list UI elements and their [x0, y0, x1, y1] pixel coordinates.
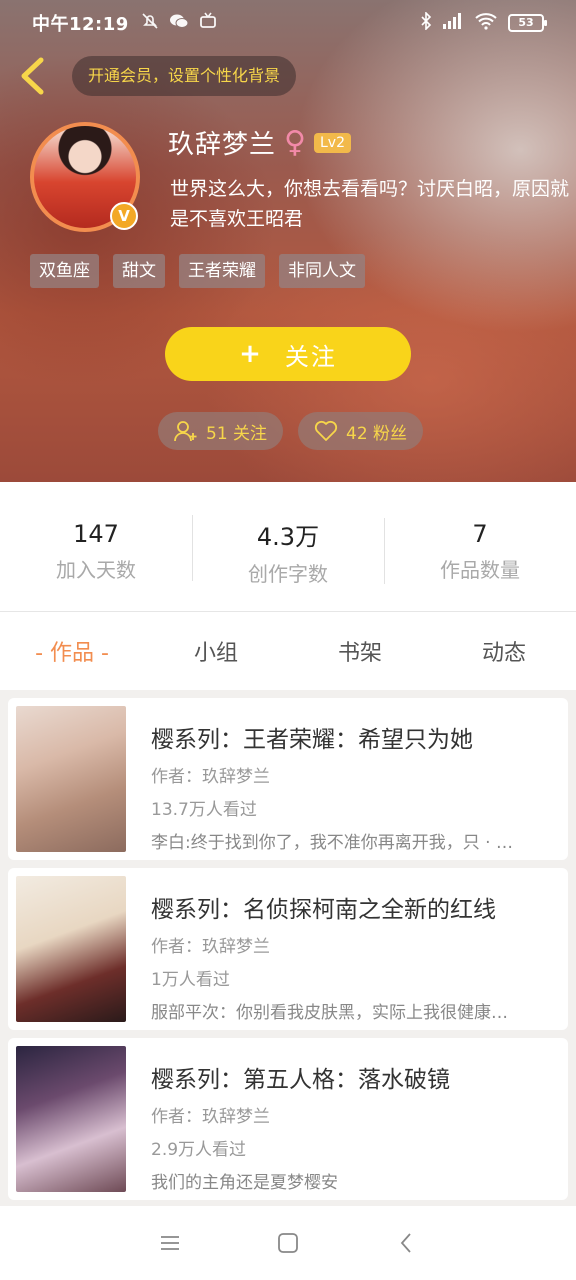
tab-groups[interactable]: 小组: [144, 635, 288, 667]
plus-icon: +: [239, 339, 263, 369]
user-add-icon: [174, 421, 197, 442]
tab-bookshelf[interactable]: 书架: [288, 635, 432, 667]
fans-count: 42 粉丝: [346, 423, 408, 444]
work-title: 樱系列：第五人格：落水破镜: [151, 1067, 450, 1093]
avatar[interactable]: V: [30, 122, 140, 232]
work-views: 1万人看过: [151, 970, 230, 990]
profile-stats: 147 加入天数 4.3万 创作字数 7 作品数量: [0, 482, 576, 612]
list-item[interactable]: 樱系列：第五人格：落水破镜 作者：玖辞梦兰 2.9万人看过 我们的主角还是夏梦樱…: [8, 1038, 568, 1200]
follow-label: 关注: [284, 342, 337, 371]
tag-item[interactable]: 王者荣耀: [179, 254, 265, 288]
level-badge: Lv2: [314, 132, 351, 153]
back-button[interactable]: [14, 56, 50, 96]
book-cover: [16, 876, 126, 1022]
list-item[interactable]: 樱系列：王者荣耀：希望只为她 作者：玖辞梦兰 13.7万人看过 李白:终于找到你…: [8, 698, 568, 860]
system-nav-bar: [0, 1206, 576, 1280]
work-author: 作者：玖辞梦兰: [151, 767, 270, 787]
wechat-icon: [169, 12, 189, 34]
work-snippet: 我们的主角还是夏梦樱安: [151, 1173, 338, 1193]
system-back-button[interactable]: [391, 1228, 421, 1258]
menu-button[interactable]: [155, 1228, 185, 1258]
female-icon: ♀: [284, 124, 306, 160]
tv-icon: [199, 12, 217, 34]
work-title: 樱系列：王者荣耀：希望只为她: [151, 727, 473, 753]
following-button[interactable]: 51 关注: [158, 412, 284, 450]
book-cover: [16, 706, 126, 852]
vip-background-banner[interactable]: 开通会员，设置个性化背景: [72, 56, 297, 96]
signal-icon: [442, 13, 464, 33]
bluetooth-icon: [420, 11, 432, 34]
tab-activity[interactable]: 动态: [432, 635, 576, 667]
work-author: 作者：玖辞梦兰: [151, 937, 270, 957]
vip-badge-icon: V: [110, 202, 138, 230]
mute-icon: [141, 12, 159, 34]
profile-header: 中午12:19 53 开通会员，设置个性化背景 V 玖辞梦兰 ♀ Lv2 世界这…: [0, 0, 576, 482]
wifi-icon: [474, 12, 498, 34]
battery-icon: 53: [508, 14, 547, 32]
stat-work-count: 7 作品数量: [384, 510, 576, 584]
home-button[interactable]: [273, 1228, 303, 1258]
home-square-icon: [278, 1233, 298, 1253]
status-bar: 中午12:19 53: [0, 0, 576, 46]
work-views: 13.7万人看过: [151, 800, 257, 820]
chevron-left-icon: [400, 1233, 411, 1253]
user-bio: 世界这么大，你想去看看吗？讨厌白昭，原因就是不喜欢王昭君: [170, 178, 570, 230]
tag-list: 双鱼座 甜文 王者荣耀 非同人文: [30, 254, 365, 288]
tag-item[interactable]: 双鱼座: [30, 254, 99, 288]
list-item[interactable]: 樱系列：名侦探柯南之全新的红线 作者：玖辞梦兰 1万人看过 服部平次：你别看我皮…: [8, 868, 568, 1030]
work-views: 2.9万人看过: [151, 1140, 247, 1160]
fans-button[interactable]: 42 粉丝: [298, 412, 424, 450]
tab-works[interactable]: - 作品 -: [0, 635, 144, 667]
menu-icon: [161, 1236, 179, 1250]
stat-join-days: 147 加入天数: [56, 520, 136, 582]
stat-word-count: 4.3万 创作字数: [192, 507, 384, 587]
username: 玖辞梦兰: [168, 130, 277, 160]
works-list: 樱系列：王者荣耀：希望只为她 作者：玖辞梦兰 13.7万人看过 李白:终于找到你…: [8, 698, 568, 1208]
tag-item[interactable]: 甜文: [113, 254, 165, 288]
heart-icon: [314, 420, 338, 441]
work-title: 樱系列：名侦探柯南之全新的红线: [151, 897, 496, 923]
book-cover: [16, 1046, 126, 1192]
follow-button[interactable]: + 关注: [165, 327, 411, 381]
chevron-left-icon: [21, 57, 44, 95]
status-time: 中午12:19: [32, 14, 129, 35]
tag-item[interactable]: 非同人文: [279, 254, 365, 288]
work-snippet: 服部平次：你别看我皮肤黑，实际上我很健康…: [151, 1003, 508, 1023]
following-count: 51 关注: [206, 423, 268, 444]
work-snippet: 李白:终于找到你了，我不准你再离开我，只 · …: [151, 833, 513, 853]
profile-tabs: - 作品 - 小组 书架 动态: [0, 612, 576, 690]
work-author: 作者：玖辞梦兰: [151, 1107, 270, 1127]
